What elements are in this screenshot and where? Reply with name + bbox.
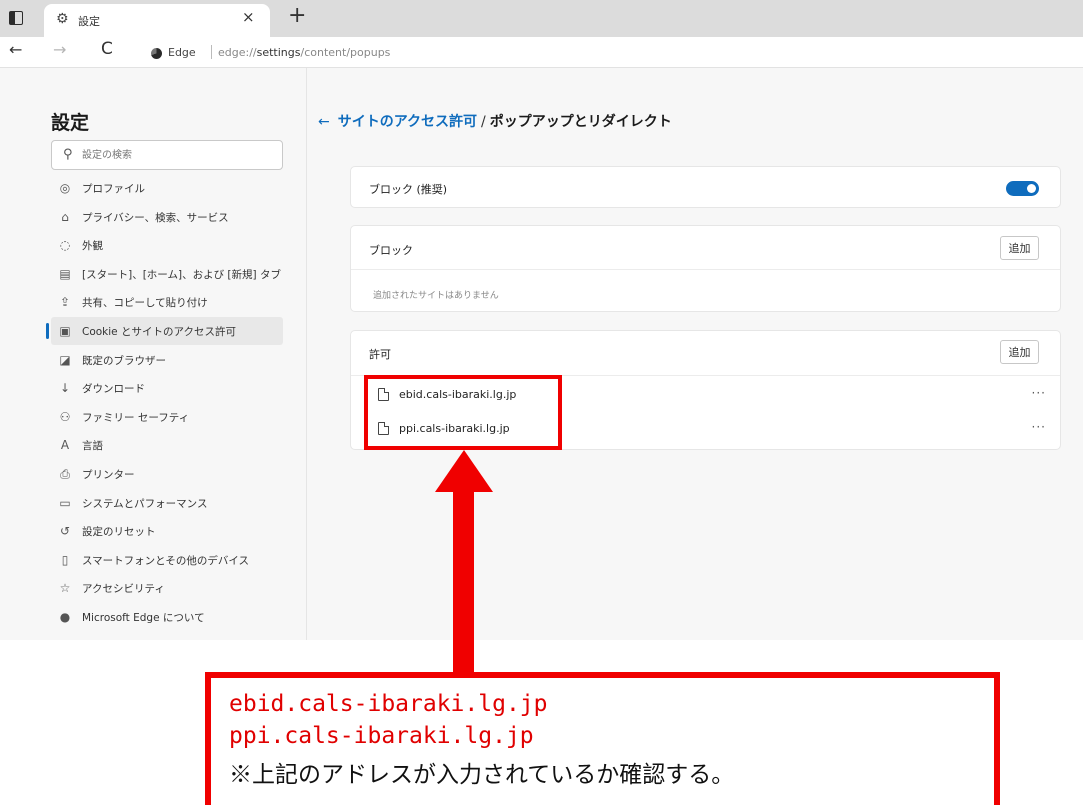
accessibility-icon: ☆ [59, 581, 71, 596]
allow-list-title: 許可 [369, 348, 391, 361]
block-add-button[interactable]: 追加 [1000, 236, 1039, 260]
search-icon: ⚲ [63, 147, 73, 162]
breadcrumb-separator: / [481, 114, 486, 130]
breadcrumb-site-permissions[interactable]: サイトのアクセス許可 [338, 114, 477, 130]
edge-logo-icon: ● [59, 610, 71, 624]
page-title: ポップアップとリダイレクト [489, 114, 672, 130]
allow-add-button[interactable]: 追加 [1000, 340, 1039, 364]
sidebar-item-label: [スタート]、[ホーム]、および [新規] タブ [82, 268, 281, 281]
search-input[interactable] [82, 142, 278, 168]
url-path: settings [256, 46, 301, 59]
start-home-icon: ▤ [59, 266, 71, 281]
arrow-head [435, 450, 493, 492]
language-icon: A [60, 438, 70, 453]
family-icon: ⚇ [59, 409, 71, 424]
sidebar-item[interactable]: A 言語 [51, 431, 283, 459]
tab-strip: ⚙ 設定 × + [0, 0, 1083, 37]
settings-title: 設定 [51, 112, 90, 134]
sidebar-item-label: 共有、コピーして貼り付け [82, 297, 208, 310]
sidebar-item-label: Microsoft Edge について [82, 612, 205, 624]
sidebar-item[interactable]: ▭ システムとパフォーマンス [51, 489, 283, 517]
divider [351, 269, 1060, 270]
edge-logo-icon [151, 48, 162, 59]
sidebar-item-label: プライバシー、検索、サービス [82, 211, 229, 224]
lock-icon: ⌂ [61, 209, 69, 224]
phone-icon: ▯ [61, 552, 69, 567]
sidebar-item[interactable]: ⌂ プライバシー、検索、サービス [51, 203, 283, 231]
appearance-icon: ◌ [59, 238, 71, 253]
block-list-title: ブロック [369, 244, 413, 257]
sidebar-item[interactable]: ⇪ 共有、コピーして貼り付け [51, 288, 283, 316]
sidebar-item-label: アクセシビリティ [82, 583, 165, 596]
new-tab-icon[interactable]: + [288, 5, 306, 27]
sidebar-item[interactable]: ⚇ ファミリー セーフティ [51, 403, 283, 431]
gear-icon: ⚙ [56, 11, 69, 27]
back-icon[interactable]: ← [9, 42, 22, 58]
tab-settings[interactable]: ⚙ 設定 × [44, 4, 270, 37]
sidebar-item[interactable]: ☆ アクセシビリティ [51, 574, 283, 602]
sidebar-item-label: 設定のリセット [82, 526, 156, 539]
more-options-icon[interactable]: ··· [1032, 386, 1046, 400]
sidebar-item-label: ファミリー セーフティ [82, 411, 190, 424]
download-icon: ↓ [59, 381, 71, 396]
reset-icon: ↺ [59, 524, 71, 539]
back-arrow-icon[interactable]: ← [318, 114, 330, 130]
settings-page: 設定 ⚲ ◎ プロファイル ⌂ プライバシー、検索、サービス ◌ 外観 ▤ [スタート]、[ホ… [0, 68, 1083, 640]
block-recommended-card: ブロック (推奨) [350, 166, 1061, 208]
sidebar-item[interactable]: ◎ プロファイル [51, 174, 283, 202]
breadcrumb: ← サイトのアクセス許可 / ポップアップとリダイレクト [318, 111, 672, 131]
settings-sidebar: 設定 ⚲ ◎ プロファイル ⌂ プライバシー、検索、サービス ◌ 外観 ▤ [スタート]、[ホ… [0, 68, 307, 640]
tab-actions-icon[interactable] [9, 11, 23, 25]
sidebar-item-label: プリンター [82, 469, 135, 481]
sidebar-item-label: スマートフォンとその他のデバイス [82, 554, 250, 567]
callout-note: ※上記のアドレスが入力されているか確認する。 [229, 762, 735, 788]
sidebar-item-label: 既定のブラウザー [82, 354, 166, 367]
system-icon: ▭ [59, 495, 71, 510]
more-options-icon[interactable]: ··· [1032, 420, 1046, 434]
block-recommended-label: ブロック (推奨) [369, 183, 448, 196]
sidebar-item[interactable]: ◌ 外観 [51, 231, 283, 259]
callout-address-1: ebid.cals-ibaraki.lg.jp [229, 691, 548, 717]
default-browser-icon: ◪ [59, 352, 71, 367]
printer-icon: ⎙ [60, 467, 70, 481]
empty-state-text: 追加されたサイトはありません [373, 291, 499, 301]
reload-icon[interactable]: C [101, 41, 113, 58]
url-host: edge:// [218, 46, 257, 59]
sidebar-item[interactable]: ▣ Cookie とサイトのアクセス許可 [46, 317, 283, 345]
sidebar-item-label: Cookie とサイトのアクセス許可 [82, 326, 236, 338]
tab-title: 設定 [78, 15, 100, 28]
sidebar-item[interactable]: ▯ スマートフォンとその他のデバイス [51, 546, 283, 574]
annotation-callout: ebid.cals-ibaraki.lg.jp ppi.cals-ibaraki… [205, 672, 1000, 805]
sidebar-item-label: プロファイル [82, 183, 145, 195]
profile-icon: ◎ [59, 181, 71, 195]
sidebar-item-label: ダウンロード [82, 383, 145, 396]
settings-search[interactable]: ⚲ [51, 140, 283, 170]
sidebar-item[interactable]: ▤ [スタート]、[ホーム]、および [新規] タブ [51, 260, 283, 288]
sidebar-item[interactable]: ● Microsoft Edge について [51, 603, 283, 631]
sidebar-item-label: 言語 [82, 440, 103, 453]
forward-icon[interactable]: → [53, 42, 66, 58]
callout-address-2: ppi.cals-ibaraki.lg.jp [229, 723, 534, 749]
address-bar[interactable]: edge://settings/content/popups [218, 46, 390, 59]
address-toolbar: ← → C Edge edge://settings/content/popup… [0, 37, 1083, 68]
sidebar-item[interactable]: ⎙ プリンター [51, 460, 283, 488]
share-icon: ⇪ [59, 295, 71, 310]
block-toggle[interactable] [1006, 181, 1039, 196]
block-list-card: ブロック 追加 追加されたサイトはありません [350, 225, 1061, 312]
close-icon[interactable]: × [242, 10, 255, 25]
sidebar-item[interactable]: ↺ 設定のリセット [51, 517, 283, 545]
sidebar-item-label: システムとパフォーマンス [82, 497, 208, 510]
url-rest: /content/popups [300, 46, 391, 59]
sidebar-item[interactable]: ◪ 既定のブラウザー [51, 346, 283, 374]
highlight-frame [364, 375, 562, 450]
cookie-icon: ▣ [59, 324, 71, 338]
site-identity-label[interactable]: Edge [168, 46, 196, 59]
arrow-shaft [453, 490, 474, 673]
address-divider [211, 45, 212, 59]
sidebar-item-label: 外観 [82, 240, 103, 253]
sidebar-item[interactable]: ↓ ダウンロード [51, 374, 283, 402]
